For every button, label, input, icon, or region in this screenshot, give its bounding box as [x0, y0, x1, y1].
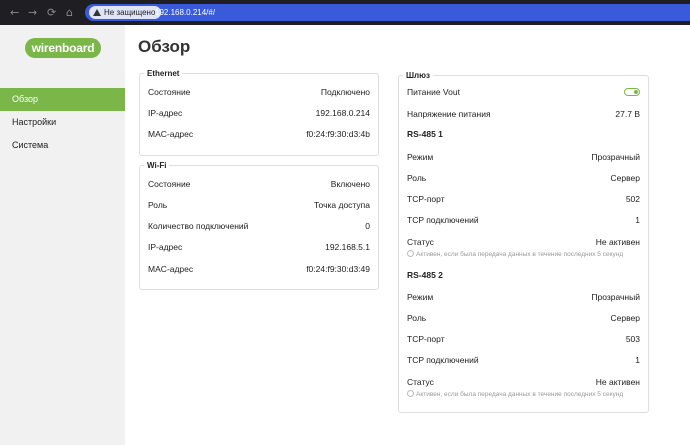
row-value: f0:24:f9:30:d3:49 — [306, 264, 370, 274]
row-value: 502 — [625, 194, 640, 204]
ethernet-title: Ethernet — [144, 68, 183, 79]
row-label: IP-адрес — [148, 108, 183, 118]
row-value: Не активен — [595, 377, 640, 387]
row-label: Режим — [407, 152, 434, 162]
row-label: MAC-адрес — [148, 129, 194, 139]
rs485-2-title: RS-485 2 — [407, 270, 443, 280]
wifi-title: Wi-Fi — [144, 160, 170, 171]
row-label: TCP-порт — [407, 334, 445, 344]
rs485-1-status-row: Статус Не активен — [407, 237, 640, 248]
row-value: f0:24:f9:30:d3:4b — [306, 129, 370, 139]
forward-icon[interactable]: → — [28, 6, 37, 19]
ethernet-ip-row: IP-адрес 192.168.0.214 — [148, 108, 370, 119]
sidebar-item-overview[interactable]: Обзор — [0, 88, 125, 111]
row-label: Состояние — [148, 179, 191, 189]
voltage-row: Напряжение питания 27.7 В — [407, 109, 640, 120]
rs485-2-port-row: TCP-порт 503 — [407, 334, 640, 345]
row-value: 1 — [635, 215, 640, 225]
row-label: Количество подключений — [148, 221, 249, 231]
ethernet-card: Ethernet Состояние Подключено IP-адрес 1… — [139, 68, 379, 156]
row-value: Точка доступа — [314, 200, 370, 210]
rs485-1-port-row: TCP-порт 502 — [407, 194, 640, 205]
wifi-mac-row: MAC-адрес f0:24:f9:30:d3:49 — [148, 264, 370, 275]
hint-text: Активен, если была передача данных в теч… — [416, 251, 624, 258]
row-label: IP-адрес — [148, 242, 183, 252]
rs485-1-mode-row: Режим Прозрачный — [407, 152, 640, 163]
gateway-card: Шлюз Питание Vout Напряжение питания 27.… — [398, 70, 649, 413]
address-bar[interactable]: Не защищено 192.168.0.214/#/ — [85, 4, 690, 21]
row-label: Напряжение питания — [407, 109, 491, 119]
row-value: 0 — [365, 221, 370, 231]
row-value: 192.168.0.214 — [315, 108, 370, 118]
hint-text: Активен, если была передача данных в теч… — [416, 391, 624, 398]
wifi-connections-row: Количество подключений 0 — [148, 221, 370, 232]
rs485-1-connections-row: TCP подключений 1 — [407, 215, 640, 226]
url-text[interactable]: 192.168.0.214/#/ — [155, 7, 215, 18]
wirenboard-logo[interactable]: wirenboard — [25, 38, 101, 58]
browser-toolbar: ← → ⟳ ⌂ Не защищено 192.168.0.214/#/ — [0, 0, 690, 25]
wifi-ip-row: IP-адрес 192.168.5.1 — [148, 242, 370, 253]
row-label: Роль — [407, 173, 427, 183]
wifi-role-row: Роль Точка доступа — [148, 200, 370, 211]
row-label: MAC-адрес — [148, 264, 194, 274]
security-label: Не защищено — [104, 8, 156, 17]
warning-icon — [93, 9, 101, 16]
ethernet-mac-row: MAC-адрес f0:24:f9:30:d3:4b — [148, 129, 370, 140]
rs485-2-status-row: Статус Не активен — [407, 377, 640, 388]
row-label: Статус — [407, 377, 434, 387]
row-label: TCP подключений — [407, 355, 479, 365]
security-badge[interactable]: Не защищено — [89, 6, 162, 19]
row-label: Роль — [148, 200, 168, 210]
back-icon[interactable]: ← — [10, 6, 19, 19]
row-value: Сервер — [610, 313, 640, 323]
rs485-2-role-row: Роль Сервер — [407, 313, 640, 324]
row-value: 1 — [635, 355, 640, 365]
page-title: Обзор — [138, 37, 191, 56]
home-icon[interactable]: ⌂ — [66, 6, 73, 19]
wifi-card: Wi-Fi Состояние Включено Роль Точка дост… — [139, 160, 379, 290]
row-label: TCP-порт — [407, 194, 445, 204]
sidebar-item-system[interactable]: Система — [0, 134, 125, 157]
row-value: Включено — [330, 179, 370, 189]
row-value: 27.7 В — [615, 109, 640, 119]
row-value: Подключено — [320, 87, 370, 97]
reload-icon[interactable]: ⟳ — [47, 6, 56, 19]
ethernet-state-row: Состояние Подключено — [148, 87, 370, 98]
rs485-1-status-hint: Активен, если была передача данных в теч… — [407, 250, 637, 258]
rs485-2-connections-row: TCP подключений 1 — [407, 355, 640, 366]
rs485-2-mode-row: Режим Прозрачный — [407, 292, 640, 303]
row-value: 192.168.5.1 — [325, 242, 370, 252]
wifi-state-row: Состояние Включено — [148, 179, 370, 190]
vout-toggle[interactable] — [624, 88, 640, 96]
main-content: Обзор Ethernet Состояние Подключено IP-а… — [125, 25, 690, 445]
row-label: Режим — [407, 292, 434, 302]
row-label: Статус — [407, 237, 434, 247]
gateway-title: Шлюз — [403, 70, 433, 81]
row-value: Не активен — [595, 237, 640, 247]
sidebar: wirenboard Обзор Настройки Система — [0, 25, 125, 445]
info-icon — [407, 390, 414, 397]
rs485-2-status-hint: Активен, если была передача данных в теч… — [407, 390, 637, 398]
row-label: Питание Vout — [407, 87, 460, 97]
row-label: Роль — [407, 313, 427, 323]
vout-row: Питание Vout — [407, 87, 640, 98]
toggle-knob — [634, 90, 638, 94]
info-icon — [407, 250, 414, 257]
row-value: Прозрачный — [591, 292, 640, 302]
row-label: TCP подключений — [407, 215, 479, 225]
rs485-1-title: RS-485 1 — [407, 129, 443, 139]
row-label: Состояние — [148, 87, 191, 97]
row-value: Прозрачный — [591, 152, 640, 162]
row-value: Сервер — [610, 173, 640, 183]
rs485-1-role-row: Роль Сервер — [407, 173, 640, 184]
sidebar-item-settings[interactable]: Настройки — [0, 111, 125, 134]
row-value: 503 — [625, 334, 640, 344]
